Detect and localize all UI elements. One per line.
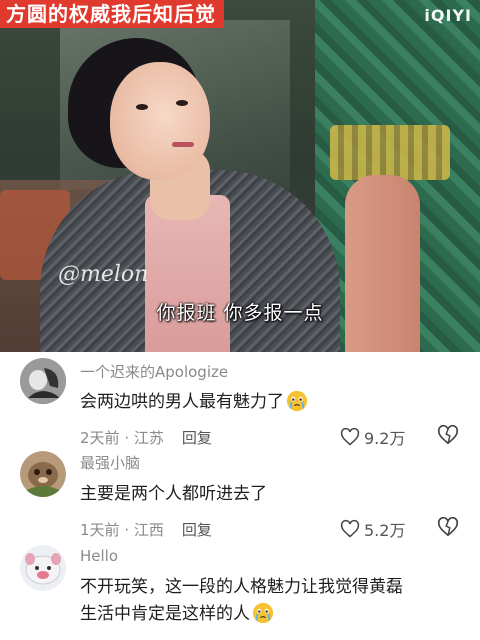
meta-separator: · [119, 429, 134, 447]
comment-location: 江西 [133, 521, 164, 539]
woman-eye-left [136, 104, 148, 110]
comment-text-body: 生活中肯定是这样的人 [80, 604, 250, 624]
person-right-cuff [330, 125, 450, 180]
heart-icon [340, 519, 360, 538]
woman-mouth [172, 142, 194, 147]
comment-list: 一个迟来的Apologize 会两边哄的男人最有魅力了 2天前 · 江苏 回复 9… [0, 352, 480, 640]
meta-separator: · [119, 521, 134, 539]
reply-button[interactable]: 回复 [182, 521, 212, 539]
avatar-image [20, 358, 66, 404]
crying-face-emoji-icon [252, 602, 274, 624]
avatar[interactable] [20, 358, 66, 404]
avatar-image [20, 451, 66, 497]
comment-meta: 1天前 · 江西 回复 [80, 519, 212, 540]
crying-face-emoji-icon [286, 390, 308, 412]
woman-eye-right [176, 100, 188, 106]
avatar-image [20, 545, 66, 591]
broken-heart-icon[interactable] [437, 516, 459, 538]
video-title-caption: 方圆的权威我后知后觉 [0, 0, 224, 28]
like-count: 5.2万 [364, 521, 406, 540]
person-right-arm [345, 175, 420, 352]
woman-face [110, 62, 210, 180]
comment-text: 不开玩笑，这一段的人格魅力让我觉得黄磊 生活中肯定是这样的人 [80, 574, 470, 628]
like-button[interactable]: 5.2万 [340, 517, 405, 541]
comment-location: 江苏 [133, 429, 164, 447]
comment-username[interactable]: 最强小脑 [80, 452, 140, 473]
comment-time: 2天前 [80, 429, 120, 447]
avatar[interactable] [20, 451, 66, 497]
comment-text-body: 主要是两个人都听进去了 [80, 484, 267, 504]
like-count: 9.2万 [364, 429, 406, 448]
watermark: @melon [58, 262, 149, 287]
comment-text-line: 生活中肯定是这样的人 [80, 601, 470, 628]
heart-icon [340, 427, 360, 446]
platform-logo: iQIYI [424, 6, 472, 25]
comment-text: 会两边哄的男人最有魅力了 [80, 389, 470, 415]
comment-text-line: 不开玩笑，这一段的人格魅力让我觉得黄磊 [80, 577, 403, 597]
comment-meta: 2天前 · 江苏 回复 [80, 427, 212, 448]
comment-username[interactable]: Hello [80, 547, 118, 565]
comment-time: 1天前 [80, 521, 120, 539]
video-frame[interactable]: 方圆的权威我后知后觉 iQIYI @melon 你报班 你多报一点 [0, 0, 480, 352]
reply-button[interactable]: 回复 [182, 429, 212, 447]
like-button[interactable]: 9.2万 [340, 425, 405, 449]
video-subtitle: 你报班 你多报一点 [156, 302, 324, 324]
broken-heart-icon[interactable] [437, 424, 459, 446]
avatar[interactable] [20, 545, 66, 591]
comment-username[interactable]: 一个迟来的Apologize [80, 361, 228, 382]
comment-text-body: 会两边哄的男人最有魅力了 [80, 392, 284, 412]
comment-text: 主要是两个人都听进去了 [80, 481, 470, 507]
